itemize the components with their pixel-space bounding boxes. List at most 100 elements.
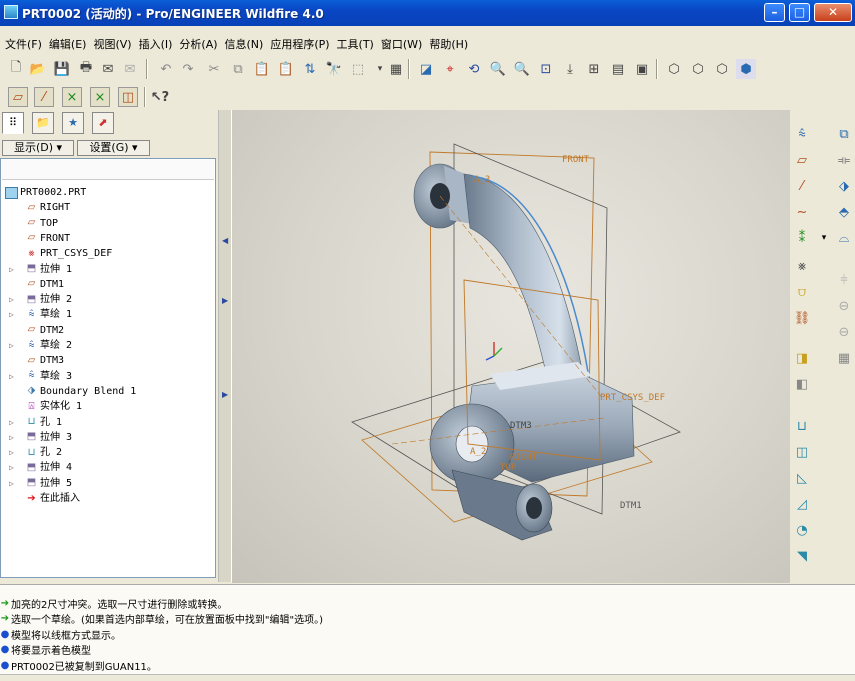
datum-points-toggle-icon[interactable]: ×: [62, 87, 82, 107]
saved-views-icon[interactable]: ⊞: [584, 59, 604, 79]
tree-item[interactable]: ▱ RIGHT: [25, 200, 70, 215]
expand-arrow-icon[interactable]: ▶: [222, 390, 228, 399]
redo-icon[interactable]: ↷: [178, 59, 198, 79]
tree-root[interactable]: PRT0002.PRT: [5, 185, 86, 200]
tree-item[interactable]: ▷ ⬒ 拉伸 1: [9, 262, 72, 277]
datum-planes-toggle-icon[interactable]: ▱: [8, 87, 28, 107]
expand-node-icon[interactable]: ▷: [9, 476, 14, 491]
tree-item[interactable]: ▷ ⬒ 拉伸 2: [9, 292, 72, 307]
panel-splitter[interactable]: ◀ ▶ ▶: [218, 110, 232, 582]
hole-tool-icon[interactable]: ⊔: [792, 416, 812, 436]
tree-item[interactable]: ▷ ⩯ 草绘 1: [9, 307, 72, 322]
context-help-icon[interactable]: ▦: [386, 59, 406, 79]
datum-point-tool-icon[interactable]: ⁑: [792, 228, 812, 248]
extend-tool-icon[interactable]: ⌓: [834, 228, 854, 248]
repaint-icon[interactable]: ◪: [416, 59, 436, 79]
expand-node-icon[interactable]: ▷: [9, 445, 14, 460]
tree-item[interactable]: ▷ ⩯ 草绘 2: [9, 338, 72, 353]
sketch-tool-icon[interactable]: ⩯: [792, 124, 812, 144]
find-icon[interactable]: 🔭: [324, 59, 344, 79]
spin-center-icon[interactable]: ⌖: [440, 59, 460, 79]
new-file-icon[interactable]: 🗋: [6, 59, 26, 79]
shell-tool-icon[interactable]: ◫: [792, 442, 812, 462]
datum-point-dropdown-icon[interactable]: ▾: [814, 228, 834, 248]
reorient-icon[interactable]: ⤓: [560, 59, 580, 79]
tree-item[interactable]: ▷ ⩯ 草绘 3: [9, 369, 72, 384]
expand-node-icon[interactable]: ▷: [9, 369, 14, 384]
model-tree-tab-icon[interactable]: ⠿: [2, 112, 24, 134]
wireframe-icon[interactable]: ⬡: [664, 59, 684, 79]
view-manager-icon[interactable]: ▣: [632, 59, 652, 79]
datum-plane-tool-icon[interactable]: ▱: [792, 150, 812, 170]
menu-edit[interactable]: 编辑(E): [46, 34, 90, 54]
select-box-icon[interactable]: ⬚: [348, 59, 368, 79]
mirror-tool-icon[interactable]: ⟚: [834, 150, 854, 170]
connections-tab-icon[interactable]: ⬈: [92, 112, 114, 134]
tree-item[interactable]: ▱ DTM3: [25, 353, 64, 368]
expand-node-icon[interactable]: ▷: [9, 262, 14, 277]
expand-node-icon[interactable]: ▷: [9, 338, 14, 353]
datum-axes-toggle-icon[interactable]: ⁄: [34, 87, 54, 107]
menu-window[interactable]: 窗口(W): [378, 34, 425, 54]
csys-tool-icon[interactable]: ⨳: [792, 256, 812, 276]
expand-node-icon[interactable]: ▷: [9, 307, 14, 322]
hidden-line-icon[interactable]: ⬡: [688, 59, 708, 79]
no-hidden-icon[interactable]: ⬡: [712, 59, 732, 79]
graphics-window[interactable]: FRONT A_3 PRT_CSYS_DEF DTM3 A_2 RIGHT TO…: [232, 110, 790, 583]
rib-tool-icon[interactable]: ◺: [792, 468, 812, 488]
pattern-tool-icon[interactable]: ▦: [834, 348, 854, 368]
expand-node-icon[interactable]: ▷: [9, 430, 14, 445]
folder-browser-tab-icon[interactable]: 📁: [32, 112, 54, 134]
orient-icon[interactable]: ⟲: [464, 59, 484, 79]
menu-applications[interactable]: 应用程序(P): [267, 34, 332, 54]
datum-curve-tool-icon[interactable]: ∼: [792, 202, 812, 222]
tree-item[interactable]: ➔ 在此插入: [25, 491, 80, 506]
tree-item[interactable]: ▱ TOP: [25, 216, 58, 231]
tree-item[interactable]: ▷ ⬒ 拉伸 4: [9, 460, 72, 475]
tree-item[interactable]: ▱ DTM1: [25, 277, 64, 292]
trim-tool-icon[interactable]: ⬘: [834, 202, 854, 222]
paste-special-icon[interactable]: 📋: [276, 59, 296, 79]
menu-insert[interactable]: 插入(I): [136, 34, 176, 54]
maximize-button[interactable]: □: [789, 3, 810, 22]
menu-info[interactable]: 信息(N): [222, 34, 267, 54]
offset-tool-icon[interactable]: ⊖: [834, 296, 854, 316]
layers-icon[interactable]: ▤: [608, 59, 628, 79]
menu-analysis[interactable]: 分析(A): [176, 34, 220, 54]
tree-item[interactable]: ▱ FRONT: [25, 231, 70, 246]
tree-item[interactable]: ▷ ⊔ 孔 2: [9, 445, 62, 460]
email-icon[interactable]: ✉: [98, 59, 118, 79]
intersect-tool-icon[interactable]: ⫩: [834, 270, 854, 290]
save-icon[interactable]: 💾: [52, 59, 72, 79]
cut-icon[interactable]: ✂: [204, 59, 224, 79]
tree-item[interactable]: ⬗ Boundary Blend 1: [25, 384, 137, 399]
copy-feature-icon[interactable]: ⧉: [834, 124, 854, 144]
merge-tool-icon[interactable]: ⬗: [834, 176, 854, 196]
close-button[interactable]: ✕: [814, 3, 852, 22]
tree-item[interactable]: ⍓ 实体化 1: [25, 399, 83, 414]
favorites-tab-icon[interactable]: ★: [62, 112, 84, 134]
expand-node-icon[interactable]: ▷: [9, 460, 14, 475]
menu-tools[interactable]: 工具(T): [334, 34, 377, 54]
coordinate-systems-toggle-icon[interactable]: ⨯: [90, 87, 110, 107]
draft-tool-icon[interactable]: ◿: [792, 494, 812, 514]
expand-arrow-icon[interactable]: ▶: [222, 296, 228, 305]
undo-icon[interactable]: ↶: [156, 59, 176, 79]
zoom-in-icon[interactable]: 🔍: [488, 59, 508, 79]
chamfer-tool-icon[interactable]: ◥: [792, 546, 812, 566]
menu-view[interactable]: 视图(V): [90, 34, 134, 54]
tree-item[interactable]: ▷ ⊔ 孔 1: [9, 415, 62, 430]
minimize-button[interactable]: –: [764, 3, 785, 22]
datum-axis-tool-icon[interactable]: ⁄: [792, 176, 812, 196]
expand-node-icon[interactable]: ▷: [9, 415, 14, 430]
refit-icon[interactable]: ⊡: [536, 59, 556, 79]
round-tool-icon[interactable]: ◔: [792, 520, 812, 540]
menu-help[interactable]: 帮助(H): [426, 34, 471, 54]
paste-icon[interactable]: 📋: [252, 59, 272, 79]
whats-this-help-icon[interactable]: ↖?: [150, 87, 170, 107]
shading-icon[interactable]: ⬢: [736, 59, 756, 79]
embedded-datum-icon[interactable]: ⛓: [792, 308, 812, 328]
tree-item[interactable]: ⨳ PRT_CSYS_DEF: [25, 246, 112, 261]
menu-file[interactable]: 文件(F): [2, 34, 45, 54]
collapse-arrow-icon[interactable]: ◀: [222, 236, 228, 245]
